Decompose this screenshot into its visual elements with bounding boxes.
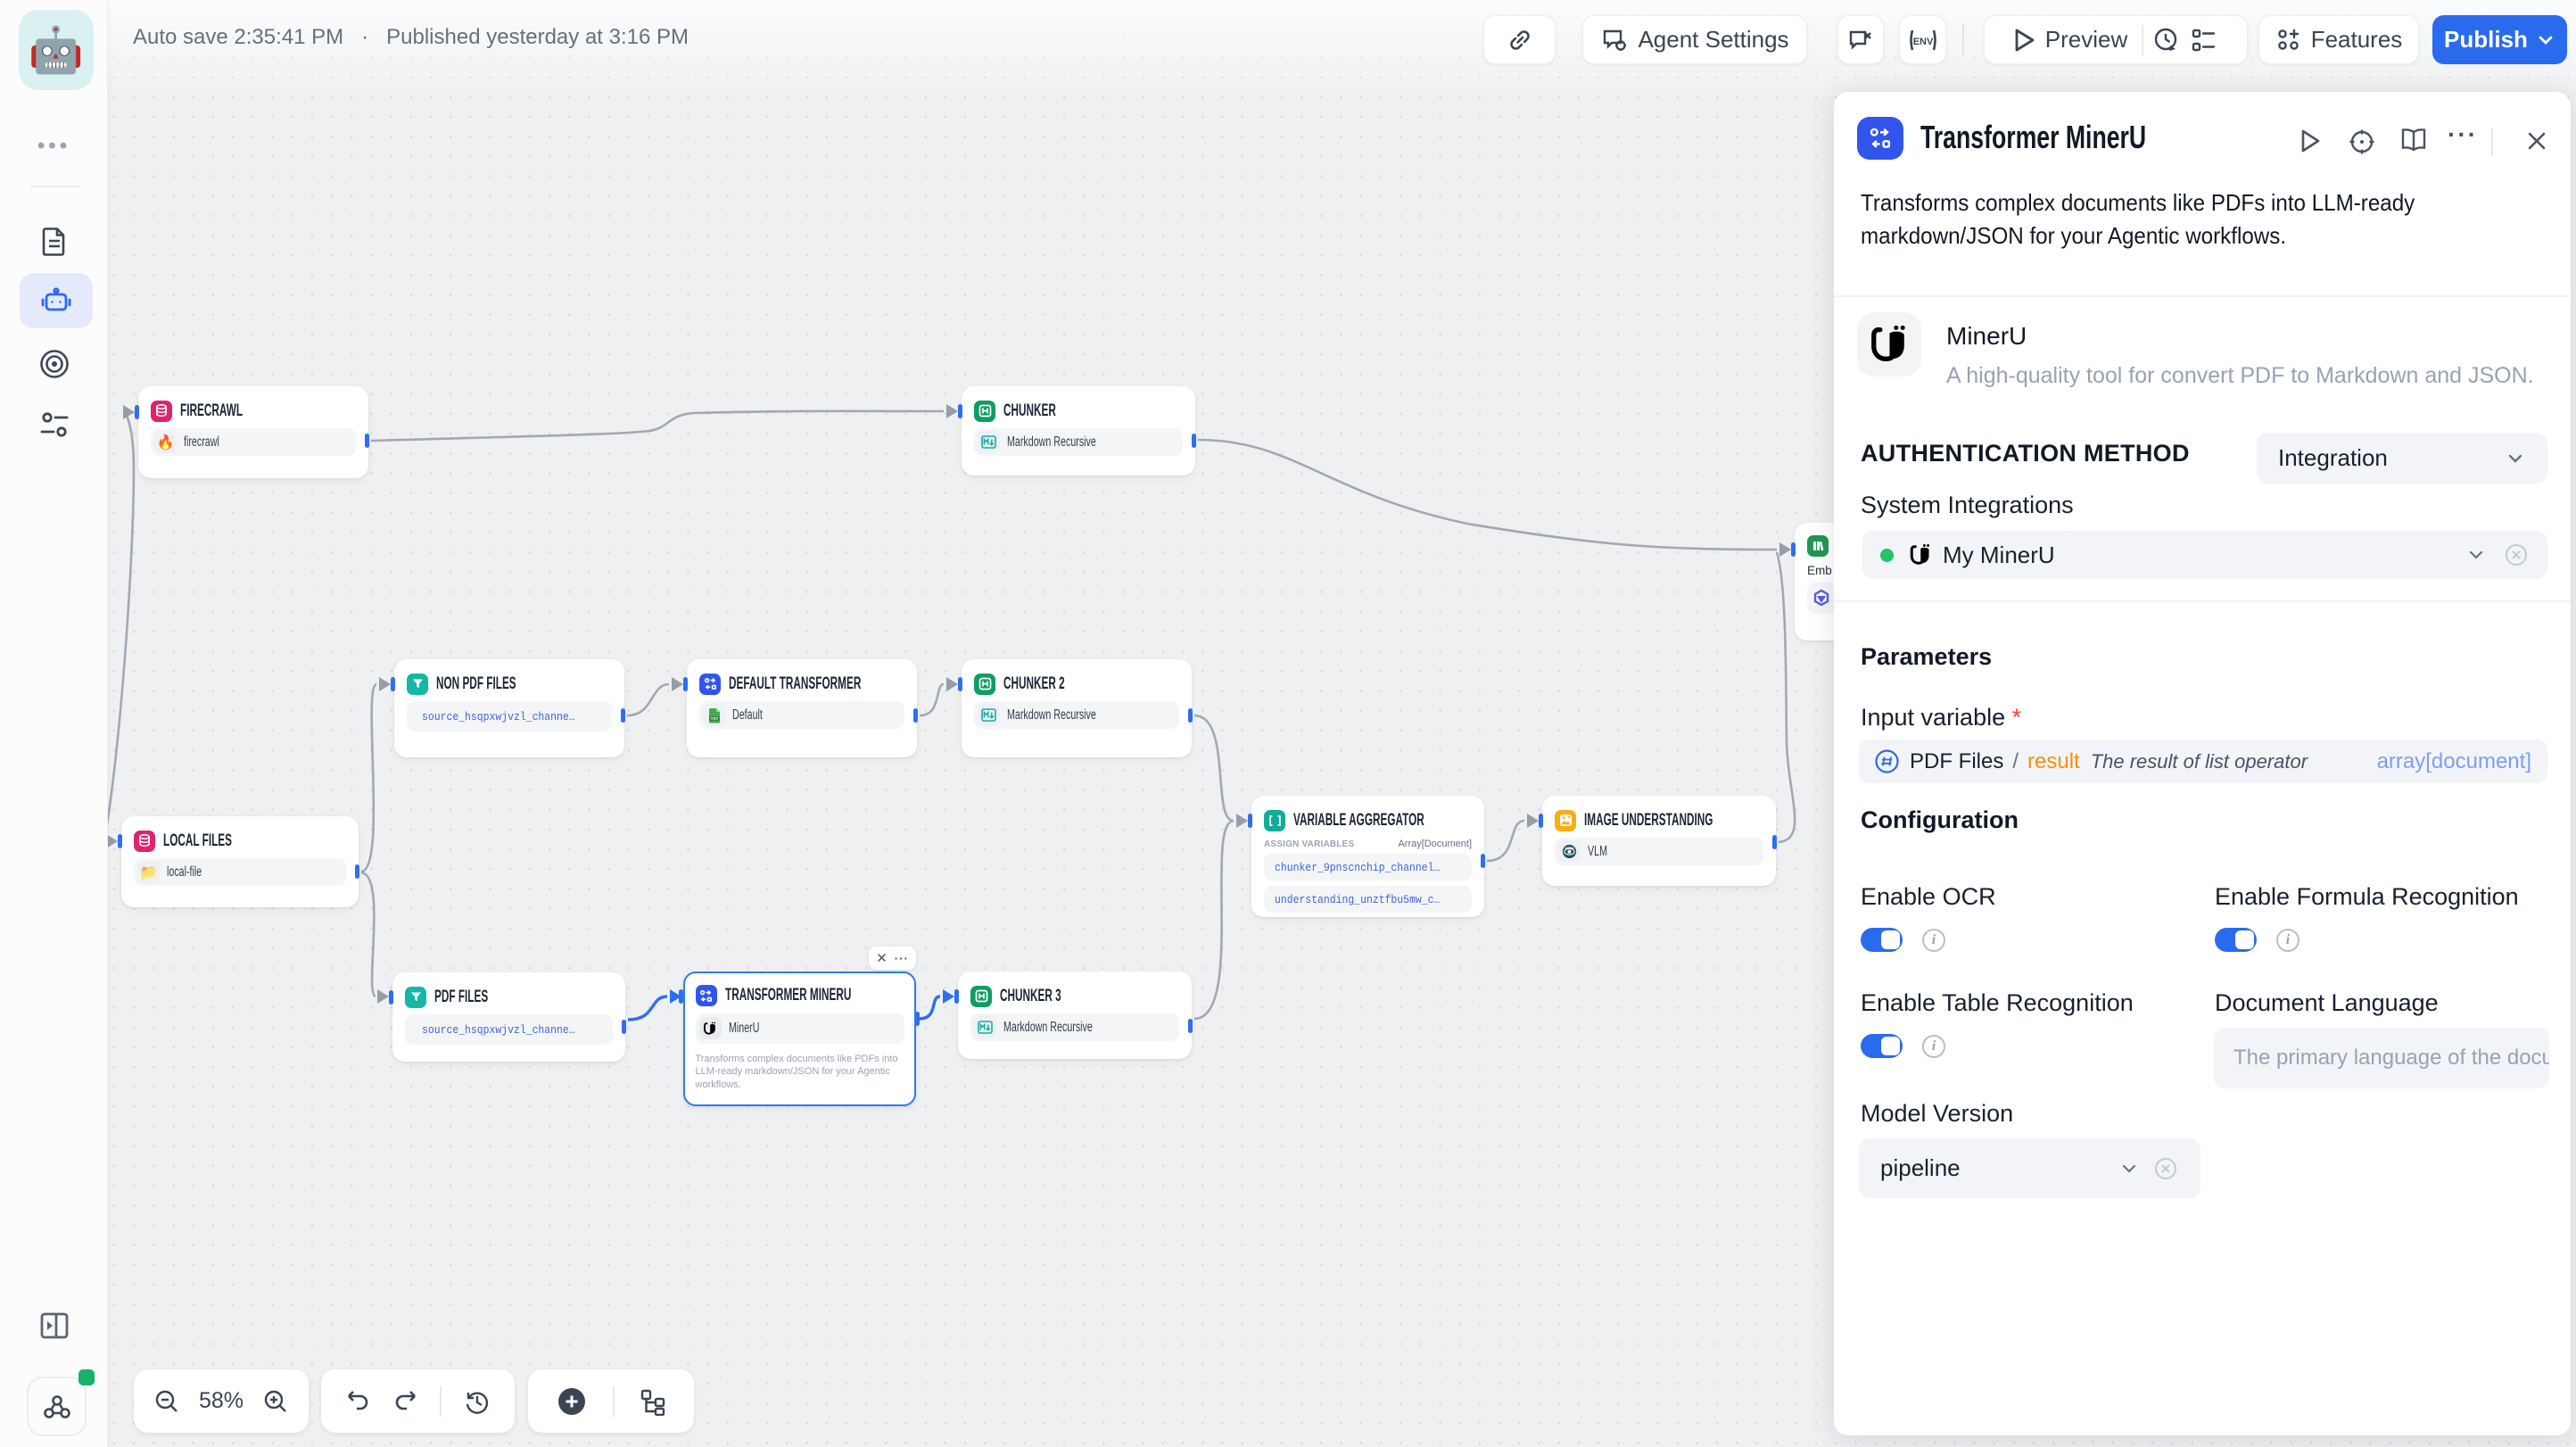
svg-text:ENV: ENV — [1912, 37, 1933, 47]
svg-text:TXT: TXT — [710, 716, 718, 721]
